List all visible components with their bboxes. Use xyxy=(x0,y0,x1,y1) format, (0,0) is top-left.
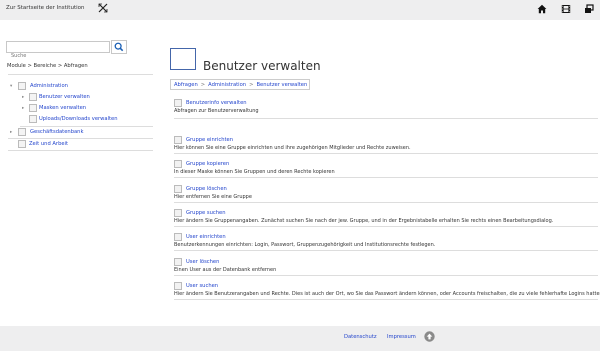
entry-description: Hier ändern Sie Benutzerangaben und Rech… xyxy=(174,291,600,297)
entry-icon xyxy=(174,136,182,144)
folder-icon xyxy=(29,115,37,123)
entry-divider xyxy=(174,177,598,178)
home-icon[interactable] xyxy=(537,4,547,14)
tree-divider xyxy=(8,150,153,151)
entry-divider xyxy=(174,153,598,154)
entry-link[interactable]: User einrichten xyxy=(186,233,226,241)
search-icon xyxy=(114,42,124,52)
page-title: Benutzer verwalten xyxy=(203,59,321,73)
entry-icon xyxy=(174,258,182,266)
entry-divider xyxy=(174,118,598,119)
film-icon[interactable] xyxy=(561,4,571,14)
search-button[interactable] xyxy=(111,40,127,54)
entry-link[interactable]: Gruppe suchen xyxy=(186,209,225,217)
folder-icon xyxy=(29,93,37,101)
entry-icon xyxy=(174,99,182,107)
entry-divider xyxy=(174,250,598,251)
crumb-separator: > xyxy=(249,82,254,88)
entry-link[interactable]: Gruppe einrichten xyxy=(186,136,233,144)
entry-link[interactable]: Benutzerinfo verwalten xyxy=(186,99,247,107)
chevron-right-icon[interactable]: ▸ xyxy=(22,92,24,103)
breadcrumb: Abfragen > Administration > Benutzer verwalt… xyxy=(170,79,310,90)
privacy-link[interactable]: Datenschutz xyxy=(344,334,377,340)
entry-description: Hier entfernen Sie eine Gruppe xyxy=(174,194,252,200)
entry-description: In dieser Maske können Sie Gruppen und d… xyxy=(174,169,335,175)
entry-link[interactable]: Gruppe kopieren xyxy=(186,160,229,168)
entry-icon xyxy=(174,282,182,290)
entry-divider xyxy=(174,299,598,300)
entry-link[interactable]: User suchen xyxy=(186,282,218,290)
search-field[interactable] xyxy=(6,41,110,61)
entry-divider xyxy=(174,202,598,203)
entry-divider xyxy=(174,275,598,276)
scroll-to-top-icon[interactable] xyxy=(424,331,435,342)
collapse-menu-icon[interactable] xyxy=(98,3,108,13)
chevron-right-icon[interactable]: ▸ xyxy=(22,103,24,114)
entry-description: Benutzerkennungen einrichten: Login, Pas… xyxy=(174,242,436,248)
entry-icon xyxy=(174,209,182,217)
folder-icon xyxy=(18,82,26,90)
footer: Datenschutz Impressum xyxy=(0,326,600,351)
crumb-administration[interactable]: Administration xyxy=(208,82,246,88)
crumb-benutzer-verwalten[interactable]: Benutzer verwalten xyxy=(256,82,307,88)
page-icon-placeholder xyxy=(170,48,196,70)
crumb-abfragen[interactable]: Abfragen xyxy=(174,82,198,88)
entry-icon xyxy=(174,185,182,193)
entry-link[interactable]: Gruppe löschen xyxy=(186,185,227,193)
entry-description: Hier ändern Sie Gruppenangaben. Zunächst… xyxy=(174,218,554,224)
folder-icon xyxy=(29,104,37,112)
entry-icon xyxy=(174,233,182,241)
imprint-link[interactable]: Impressum xyxy=(387,334,416,340)
navigation-tree: ▾ Administration ▸ Benutzer verwalten ▸ … xyxy=(8,74,153,151)
top-bar: Zur Startseite der Institution xyxy=(0,0,600,20)
crumb-separator: > xyxy=(200,82,206,88)
institution-home-link[interactable]: Zur Startseite der Institution xyxy=(6,5,85,11)
entry-link[interactable]: User löschen xyxy=(186,258,219,266)
folder-icon xyxy=(18,128,26,136)
windows-icon[interactable] xyxy=(584,4,594,14)
entry-description: Abfragen zur Benutzerverwaltung xyxy=(174,108,259,114)
entry-divider xyxy=(174,226,598,227)
entry-description: Hier können Sie eine Gruppe einrichten u… xyxy=(174,145,411,151)
entry-description: Einen User aus der Datenbank entfernen xyxy=(174,267,277,273)
folder-icon xyxy=(18,140,26,148)
chevron-right-icon[interactable]: ▸ xyxy=(10,127,12,138)
entry-icon xyxy=(174,160,182,168)
chevron-down-icon[interactable]: ▾ xyxy=(10,81,12,92)
search-input[interactable] xyxy=(7,51,109,61)
module-breadcrumb: Module > Bereiche > Abfragen xyxy=(7,63,88,69)
